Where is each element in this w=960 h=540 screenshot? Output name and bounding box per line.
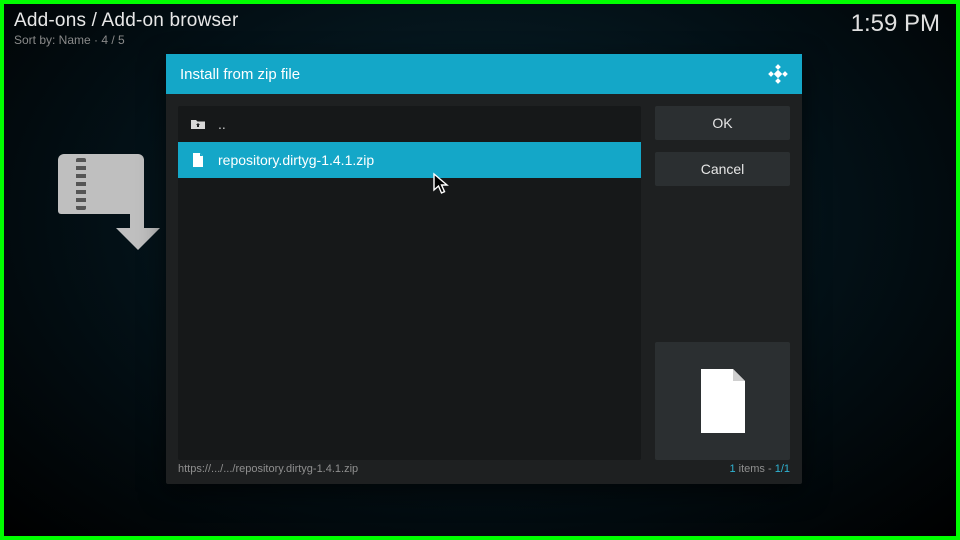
kodi-logo-icon bbox=[768, 64, 788, 84]
status-path: https://.../.../repository.dirtyg-1.4.1.… bbox=[178, 463, 358, 475]
preview-thumbnail bbox=[655, 342, 790, 460]
parent-directory-label: .. bbox=[218, 116, 226, 132]
breadcrumb: Add-ons / Add-on browser bbox=[14, 10, 238, 32]
status-bar: https://.../.../repository.dirtyg-1.4.1.… bbox=[178, 460, 790, 478]
dialog-title: Install from zip file bbox=[180, 66, 300, 83]
header: Add-ons / Add-on browser Sort by: Name ·… bbox=[14, 10, 238, 47]
folder-up-icon bbox=[190, 117, 206, 131]
app-window: Add-ons / Add-on browser Sort by: Name ·… bbox=[4, 4, 956, 536]
ok-button[interactable]: OK bbox=[655, 106, 790, 140]
file-row-label: repository.dirtyg-1.4.1.zip bbox=[218, 152, 374, 168]
cancel-button[interactable]: Cancel bbox=[655, 152, 790, 186]
file-icon bbox=[190, 153, 206, 167]
status-count: 1 items - 1/1 bbox=[729, 463, 790, 475]
dialog-side-panel: OK Cancel bbox=[655, 106, 790, 460]
document-icon bbox=[697, 369, 749, 433]
file-row[interactable]: repository.dirtyg-1.4.1.zip bbox=[178, 142, 641, 178]
clock: 1:59 PM bbox=[851, 10, 940, 38]
zip-file-icon bbox=[58, 154, 158, 254]
parent-directory-row[interactable]: .. bbox=[178, 106, 641, 142]
dialog-titlebar: Install from zip file bbox=[166, 54, 802, 94]
sort-line: Sort by: Name · 4 / 5 bbox=[14, 33, 238, 47]
file-list[interactable]: .. repository.dirtyg-1.4.1.zip bbox=[178, 106, 641, 460]
install-from-zip-dialog: Install from zip file bbox=[166, 54, 802, 484]
